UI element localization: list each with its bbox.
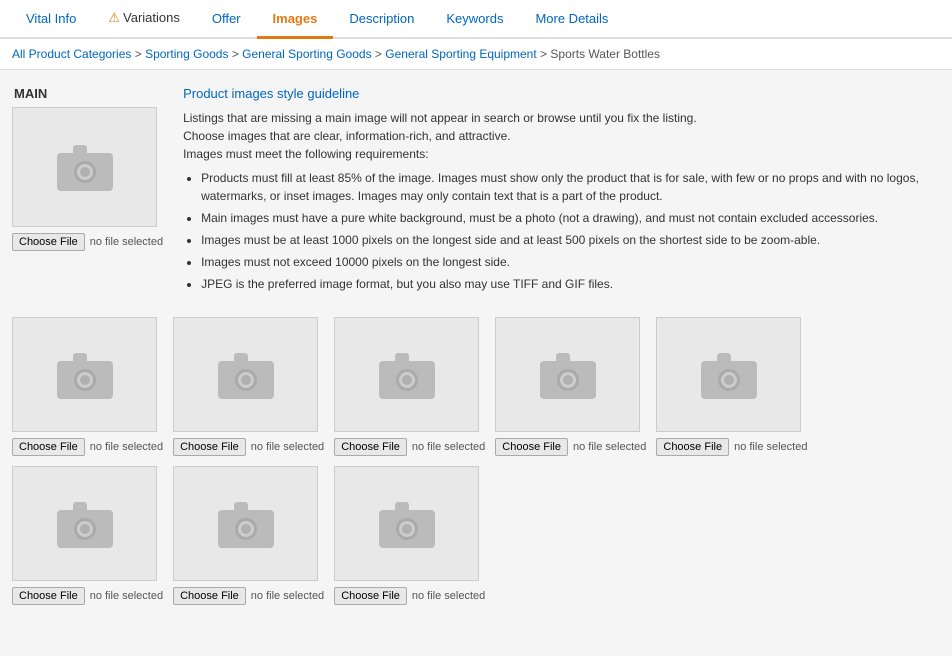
choose-file-button-6[interactable]: Choose File	[12, 587, 85, 605]
camera-lens-inner	[80, 167, 90, 177]
breadcrumb-sep2: >	[232, 47, 242, 61]
choose-file-button-7[interactable]: Choose File	[173, 587, 246, 605]
choose-file-button-4[interactable]: Choose File	[495, 438, 568, 456]
main-no-file-label: no file selected	[90, 236, 163, 248]
main-label: MAIN	[14, 86, 47, 101]
camera-icon-4	[538, 351, 598, 399]
image-box-4	[495, 317, 640, 432]
image-cell-6: Choose File no file selected Choose File…	[12, 466, 940, 605]
images-section: MAIN Choose File no file selected Produc…	[12, 86, 940, 297]
image-cell-3: Choose File no file selected	[334, 317, 485, 456]
file-row-7: Choose File no file selected	[173, 587, 324, 605]
no-file-label-2: no file selected	[251, 441, 324, 453]
breadcrumb: All Product Categories > Sporting Goods …	[0, 39, 952, 70]
guideline-item-4: Images must not exceed 10000 pixels on t…	[201, 253, 940, 271]
guideline-item-1: Products must fill at least 85% of the i…	[201, 169, 940, 205]
breadcrumb-current: Sports Water Bottles	[550, 47, 660, 61]
breadcrumb-sporting-goods[interactable]: Sporting Goods	[145, 47, 228, 61]
guidelines-list: Products must fill at least 85% of the i…	[183, 169, 940, 293]
no-file-label-6: no file selected	[90, 590, 163, 602]
tab-images[interactable]: Images	[257, 1, 334, 39]
camera-icon-3	[377, 351, 437, 399]
file-row-4: Choose File no file selected	[495, 438, 646, 456]
main-image-col: MAIN Choose File no file selected	[12, 86, 163, 297]
guidelines-intro1: Listings that are missing a main image w…	[183, 111, 697, 125]
guidelines-intro3: Images must meet the following requireme…	[183, 147, 428, 161]
breadcrumb-general-equipment[interactable]: General Sporting Equipment	[385, 47, 536, 61]
guideline-item-2: Main images must have a pure white backg…	[201, 209, 940, 227]
additional-images-grid: Choose File no file selected Choose File…	[12, 317, 940, 605]
no-file-label-4: no file selected	[573, 441, 646, 453]
tab-offer[interactable]: Offer	[196, 1, 257, 39]
breadcrumb-general-sporting-goods[interactable]: General Sporting Goods	[242, 47, 371, 61]
no-file-label-8: no file selected	[412, 590, 485, 602]
choose-file-button-3[interactable]: Choose File	[334, 438, 407, 456]
breadcrumb-sep4: >	[540, 47, 550, 61]
breadcrumb-sep3: >	[375, 47, 385, 61]
camera-bump	[73, 145, 87, 153]
choose-file-button-5[interactable]: Choose File	[656, 438, 729, 456]
image-box-7	[173, 466, 318, 581]
image-cell-8: Choose File no file selected	[334, 466, 485, 605]
image-box-2	[173, 317, 318, 432]
image-cell-6a: Choose File no file selected	[12, 466, 163, 605]
no-file-label-3: no file selected	[412, 441, 485, 453]
main-file-input-row: Choose File no file selected	[12, 233, 163, 251]
file-row-6: Choose File no file selected	[12, 587, 163, 605]
file-row-1: Choose File no file selected	[12, 438, 163, 456]
file-row-5: Choose File no file selected	[656, 438, 807, 456]
camera-icon-1	[55, 351, 115, 399]
tab-description[interactable]: Description	[333, 1, 430, 39]
camera-body	[57, 153, 113, 191]
tab-more-details[interactable]: More Details	[519, 1, 624, 39]
image-box-1	[12, 317, 157, 432]
file-row-2: Choose File no file selected	[173, 438, 324, 456]
camera-icon-5	[699, 351, 759, 399]
file-row-8: Choose File no file selected	[334, 587, 485, 605]
image-box-3	[334, 317, 479, 432]
no-file-label-5: no file selected	[734, 441, 807, 453]
guideline-item-3: Images must be at least 1000 pixels on t…	[201, 231, 940, 249]
guideline-item-5: JPEG is the preferred image format, but …	[201, 275, 940, 293]
file-row-3: Choose File no file selected	[334, 438, 485, 456]
choose-file-button-2[interactable]: Choose File	[173, 438, 246, 456]
images-content: MAIN Choose File no file selected Produc…	[0, 70, 952, 621]
image-cell-1: Choose File no file selected	[12, 317, 163, 456]
camera-lens	[74, 161, 96, 183]
main-image-box	[12, 107, 157, 227]
guidelines-title: Product images style guideline	[183, 86, 940, 101]
camera-icon-6	[55, 500, 115, 548]
breadcrumb-sep: >	[135, 47, 145, 61]
tab-keywords[interactable]: Keywords	[430, 1, 519, 39]
tab-bar: Vital Info ⚠Variations Offer Images Desc…	[0, 0, 952, 39]
choose-file-button-1[interactable]: Choose File	[12, 438, 85, 456]
camera-icon	[55, 143, 115, 191]
image-cell-5: Choose File no file selected	[656, 317, 807, 456]
camera-icon-2	[216, 351, 276, 399]
image-box-6	[12, 466, 157, 581]
image-box-8	[334, 466, 479, 581]
no-file-label-7: no file selected	[251, 590, 324, 602]
image-cell-2: Choose File no file selected	[173, 317, 324, 456]
camera-icon-7	[216, 500, 276, 548]
choose-file-button-8[interactable]: Choose File	[334, 587, 407, 605]
image-cell-7: Choose File no file selected	[173, 466, 324, 605]
main-choose-file-button[interactable]: Choose File	[12, 233, 85, 251]
warning-icon: ⚠	[108, 10, 120, 25]
no-file-label-1: no file selected	[90, 441, 163, 453]
camera-icon-8	[377, 500, 437, 548]
image-box-5	[656, 317, 801, 432]
tab-variations[interactable]: ⚠Variations	[92, 0, 196, 39]
breadcrumb-all-categories[interactable]: All Product Categories	[12, 47, 131, 61]
tab-vital-info[interactable]: Vital Info	[10, 1, 92, 39]
guidelines-col: Product images style guideline Listings …	[183, 86, 940, 297]
guidelines-text: Listings that are missing a main image w…	[183, 109, 940, 293]
guidelines-intro2: Choose images that are clear, informatio…	[183, 129, 511, 143]
image-cell-4: Choose File no file selected	[495, 317, 646, 456]
